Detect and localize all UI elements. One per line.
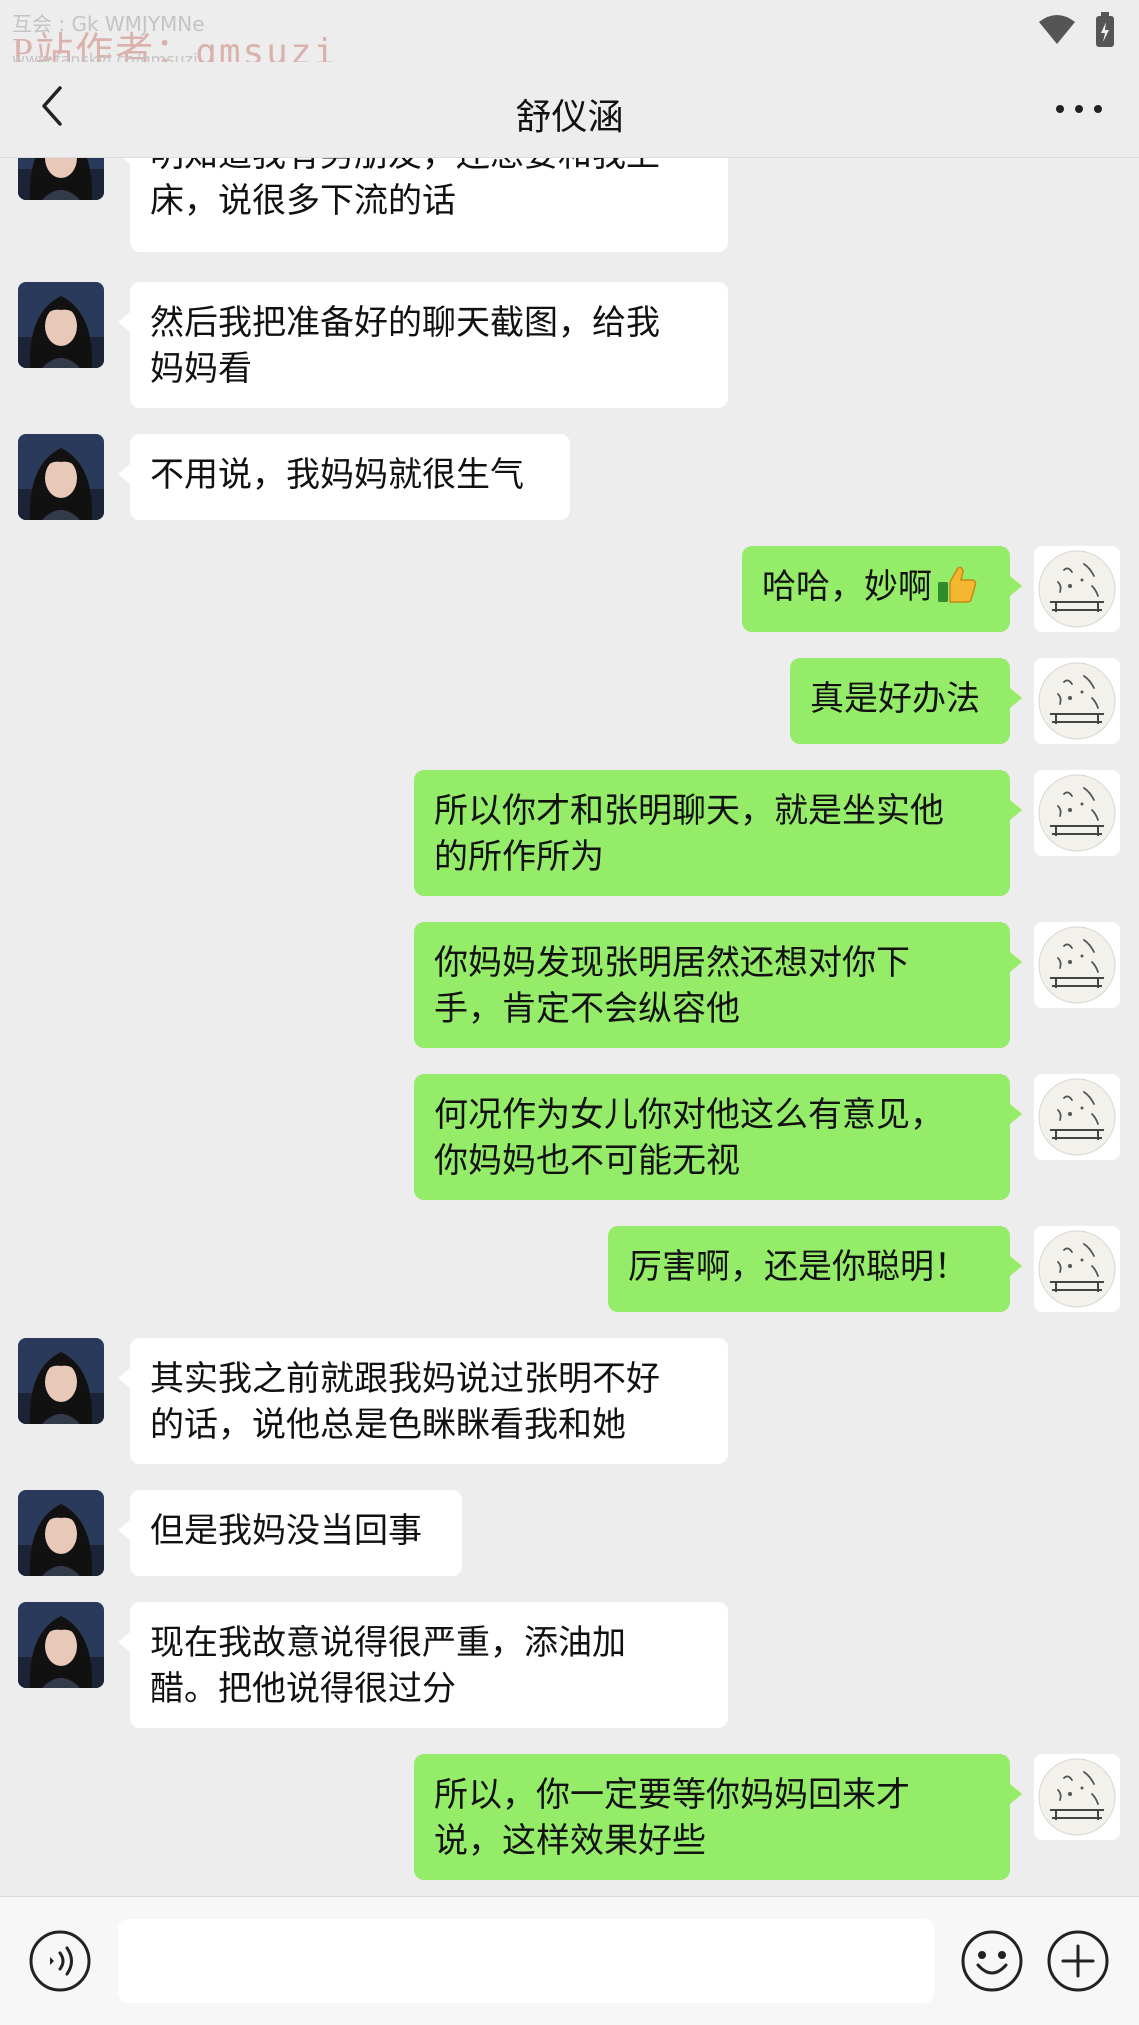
more-button[interactable] [1049, 86, 1109, 130]
message-bubble-incoming[interactable]: 明知道我有男朋友，还想要和我上 床，说很多下流的话 [118, 158, 728, 252]
chat-title: 舒仪涵 [515, 97, 624, 138]
contact-avatar[interactable] [18, 158, 104, 200]
user-avatar[interactable] [1034, 546, 1120, 632]
emoji-icon [960, 1930, 1024, 1997]
message-bubble-outgoing[interactable]: 哈哈，妙啊 [742, 546, 1022, 632]
more-functions-button[interactable] [1046, 1929, 1110, 1993]
user-avatar[interactable] [1034, 770, 1120, 856]
message-bubble-incoming[interactable]: 其实我之前就跟我妈说过张明不好 的话，说他总是色眯眯看我和她 [118, 1338, 728, 1464]
contact-avatar[interactable] [18, 282, 104, 368]
contact-avatar[interactable] [18, 1338, 104, 1424]
contact-avatar[interactable] [18, 434, 104, 520]
message-bubble-outgoing[interactable]: 你妈妈发现张明居然还想对你下 手，肯定不会纵容他 [414, 922, 1022, 1048]
contact-avatar[interactable] [18, 1490, 104, 1576]
emoji-button[interactable] [960, 1929, 1024, 1993]
message-bubble-outgoing[interactable]: 真是好办法 [790, 658, 1022, 744]
more-dots-icon [1055, 99, 1103, 118]
message-bubble-outgoing[interactable]: 所以，你一定要等你妈妈回来才 说，这样效果好些 [414, 1754, 1022, 1880]
message-bubble-incoming[interactable]: 不用说，我妈妈就很生气 [118, 434, 570, 520]
wifi-icon [1037, 14, 1077, 50]
message-list[interactable]: 明知道我有男朋友，还想要和我上 床，说很多下流的话 然后我把准备好的聊天截图，给… [0, 158, 1139, 1896]
message-bubble-incoming[interactable]: 然后我把准备好的聊天截图，给我 妈妈看 [118, 282, 728, 408]
chat-screen: 互会 : Gk WMJYMNe P站作者：qmsuzi www.fanskyi.… [0, 0, 1139, 2025]
contact-avatar[interactable] [18, 1602, 104, 1688]
user-avatar[interactable] [1034, 1074, 1120, 1160]
status-bar: 互会 : Gk WMJYMNe P站作者：qmsuzi www.fanskyi.… [0, 0, 1139, 73]
status-icons [1037, 12, 1115, 52]
voice-button[interactable] [28, 1929, 92, 1993]
user-avatar[interactable] [1034, 1754, 1120, 1840]
message-text: 哈哈，妙啊 [762, 567, 932, 607]
voice-icon [28, 1930, 92, 1997]
user-avatar[interactable] [1034, 922, 1120, 1008]
input-bar [0, 1896, 1139, 2025]
message-bubble-incoming[interactable]: 但是我妈没当回事 [118, 1490, 462, 1576]
nav-bar: 舒仪涵 [0, 62, 1139, 158]
message-bubble-outgoing[interactable]: 何况作为女儿你对他这么有意见， 你妈妈也不可能无视 [414, 1074, 1022, 1200]
thumbs-up-icon [936, 564, 978, 616]
message-input[interactable] [118, 1919, 934, 2003]
plus-icon [1046, 1930, 1110, 1997]
message-bubble-outgoing[interactable]: 厉害啊，还是你聪明！ [608, 1226, 1022, 1312]
user-avatar[interactable] [1034, 1226, 1120, 1312]
battery-icon [1095, 12, 1115, 52]
user-avatar[interactable] [1034, 658, 1120, 744]
message-bubble-outgoing[interactable]: 所以你才和张明聊天，就是坐实他 的所作所为 [414, 770, 1022, 896]
message-bubble-incoming[interactable]: 现在我故意说得很严重，添油加 醋。把他说得很过分 [118, 1602, 728, 1728]
